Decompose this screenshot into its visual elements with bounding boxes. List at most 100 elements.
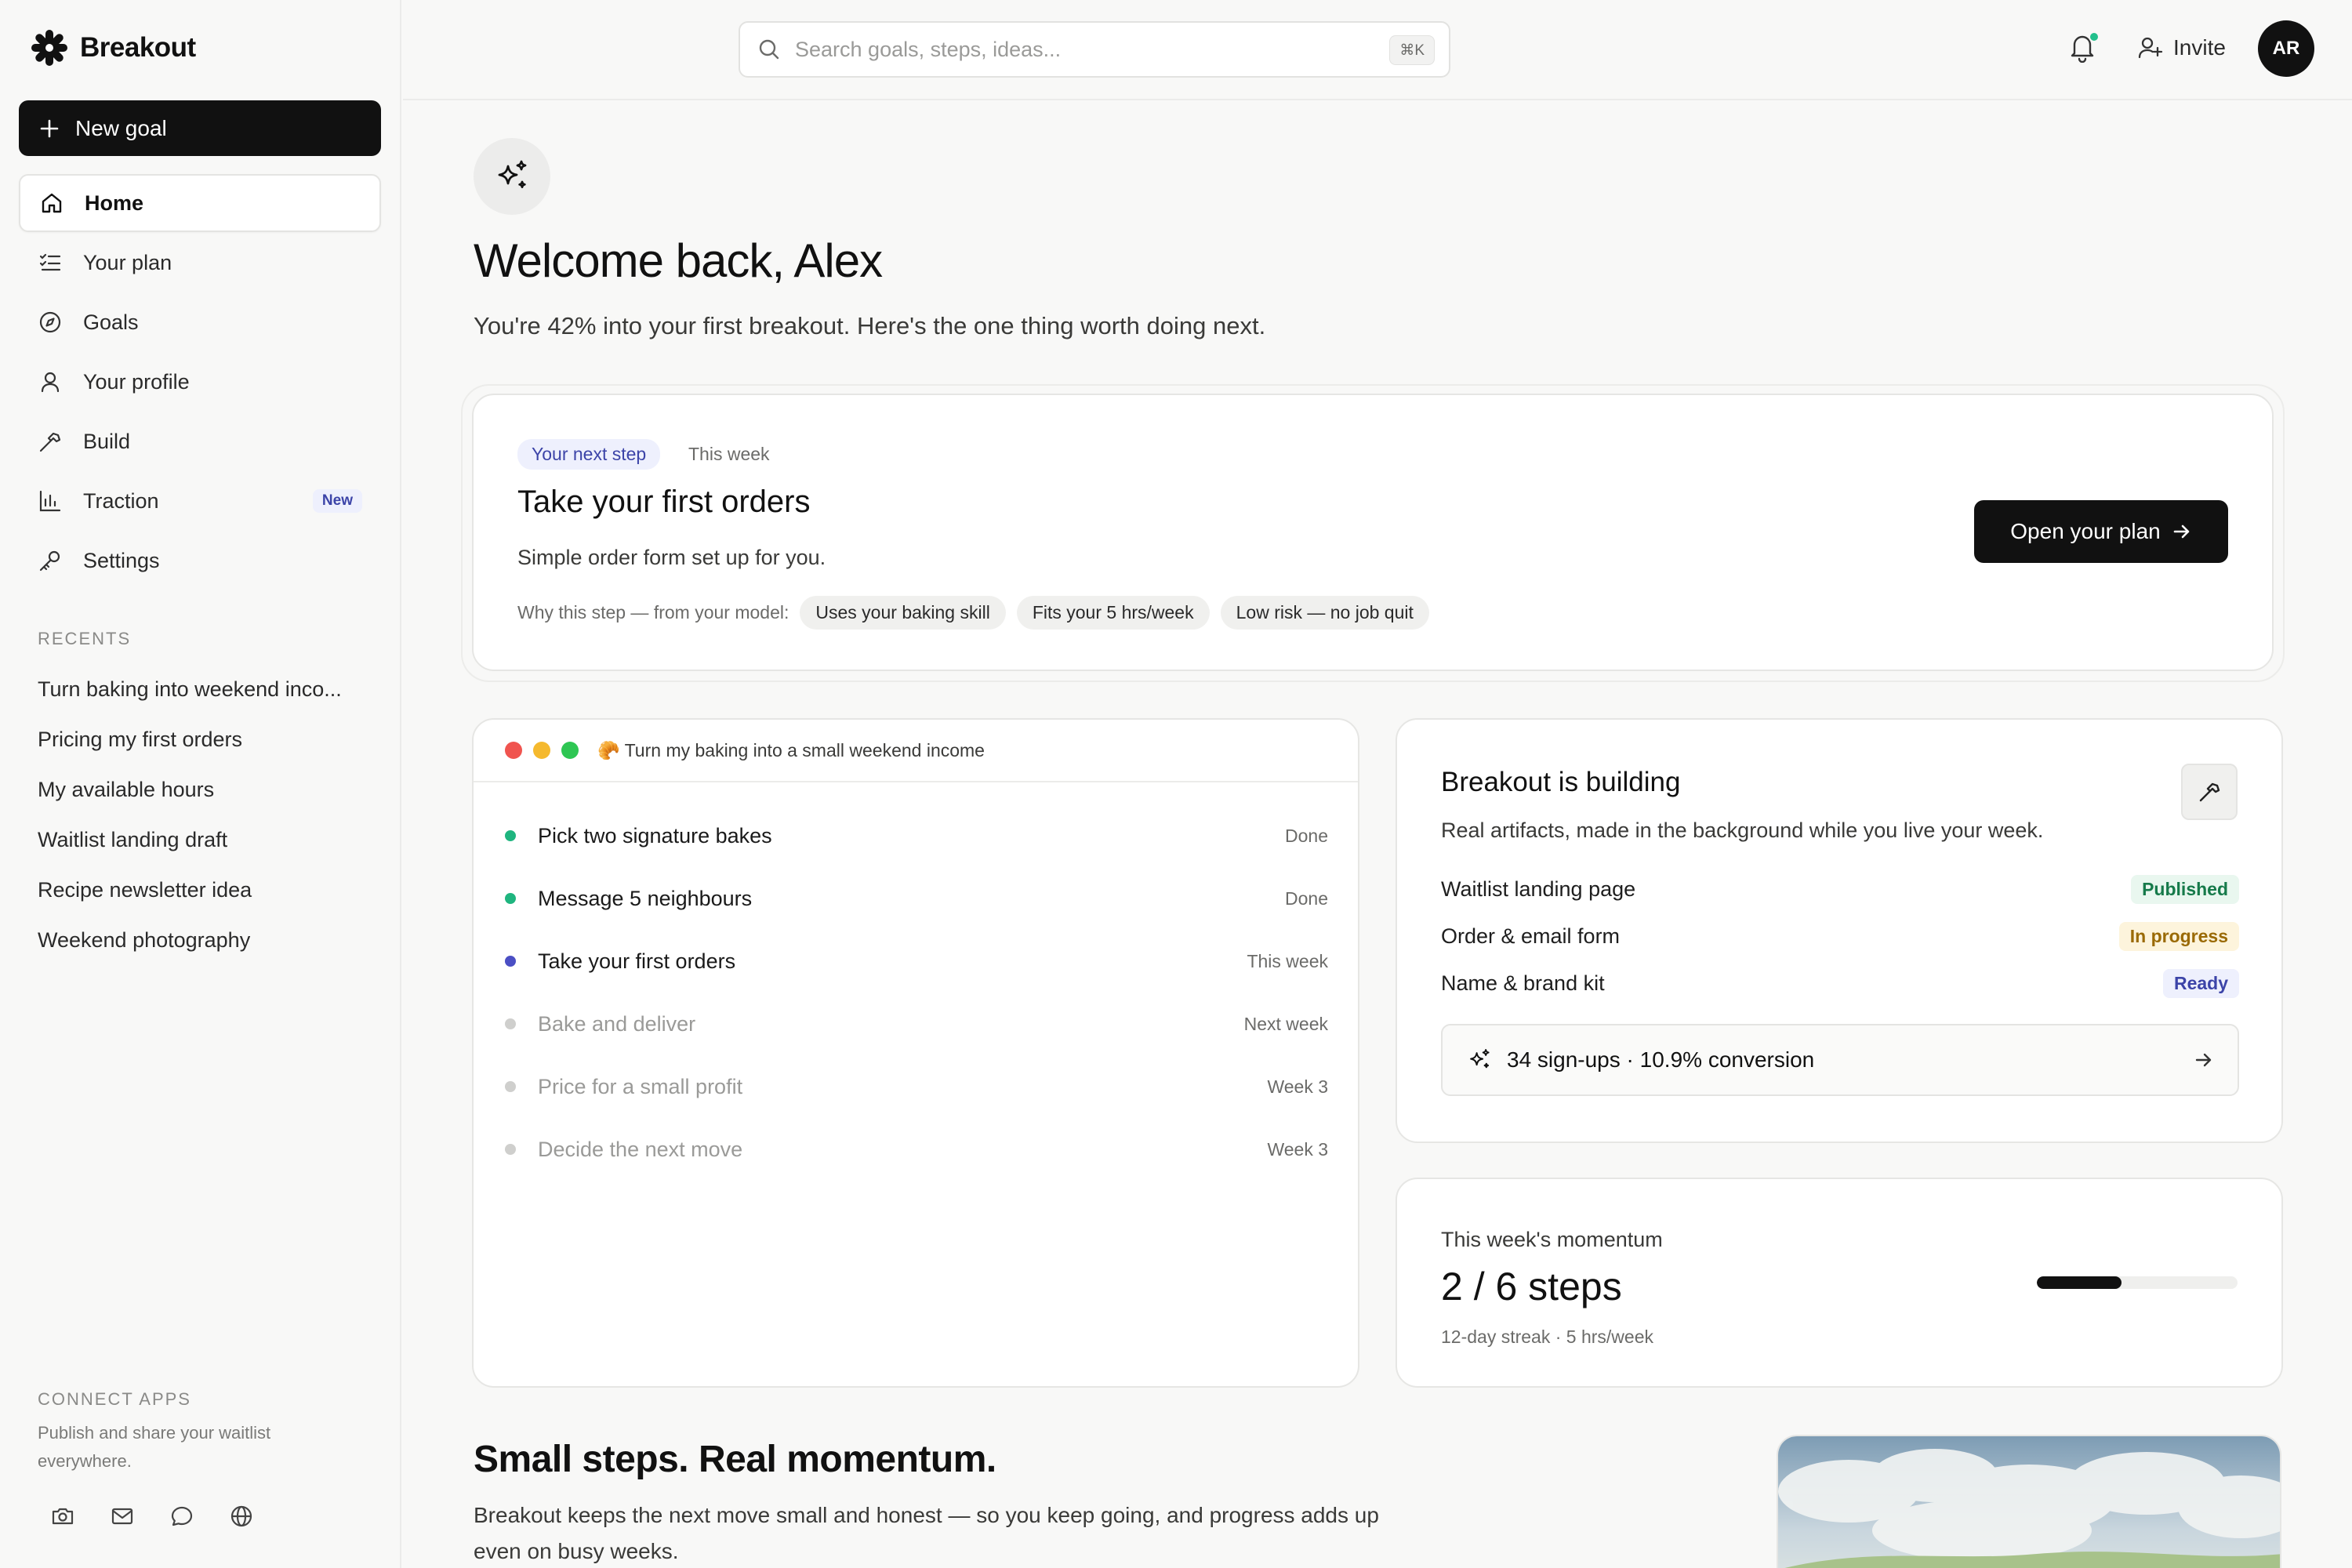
plan-step[interactable]: Pick two signature bakes Done (505, 820, 1328, 851)
keyboard-shortcut: ⌘K (1389, 35, 1435, 65)
next-step-title: Take your first orders (517, 485, 811, 519)
step-status-dot (505, 1018, 516, 1029)
plan-title: 🥐 Turn my baking into a small weekend in… (597, 739, 985, 760)
checklist-icon (38, 250, 63, 275)
sparkles-icon (1466, 1047, 1493, 1073)
search-icon (757, 38, 781, 61)
plan-step[interactable]: Price for a small profit Week 3 (505, 1071, 1328, 1102)
new-goal-label: New goal (75, 115, 167, 140)
sidebar-item-label: Goals (83, 310, 139, 334)
section-title: Small steps. Real momentum. (474, 1439, 996, 1480)
recent-item[interactable]: Waitlist landing draft (38, 828, 367, 852)
sparkles-icon (492, 157, 532, 196)
build-button[interactable] (2181, 764, 2238, 820)
next-step-description: Simple order form set up for you. (517, 546, 826, 569)
step-meta: Week 3 (1267, 1138, 1328, 1160)
open-plan-label: Open your plan (2010, 519, 2161, 543)
sparkle-badge (474, 138, 550, 215)
breakout-building-card: Breakout is building Real artifacts, mad… (1396, 718, 2283, 1143)
plan-step[interactable]: Message 5 neighbours Done (505, 883, 1328, 914)
step-label: Price for a small profit (538, 1074, 743, 1098)
plan-window-header: 🥐 Turn my baking into a small weekend in… (474, 720, 1358, 782)
sidebar-item-label: Your plan (83, 250, 172, 274)
sidebar-item-build[interactable]: Build (19, 412, 381, 470)
search-input[interactable]: Search goals, steps, ideas... (795, 38, 1061, 62)
plan-step[interactable]: Bake and deliver Next week (505, 1008, 1328, 1040)
step-status-dot (505, 1144, 516, 1155)
status-badge: Ready (2162, 969, 2239, 998)
sidebar-item-label: Traction (83, 488, 159, 513)
step-meta: This week (1247, 950, 1328, 971)
step-meta: Next week (1243, 1013, 1328, 1034)
step-status-dot (505, 830, 516, 841)
recent-item[interactable]: Weekend photography (38, 928, 367, 953)
recent-item[interactable]: My available hours (38, 778, 367, 802)
reason-chip: Uses your baking skill (800, 596, 1006, 630)
step-meta: Done (1285, 887, 1328, 909)
landscape-image (1777, 1435, 2281, 1568)
step-label: Pick two signature bakes (538, 823, 772, 848)
recent-item[interactable]: Turn baking into weekend inco... (38, 677, 367, 702)
sidebar-item-label: Home (85, 191, 144, 215)
window-close-dot (505, 742, 522, 759)
sidebar-item-your-plan[interactable]: Your plan (19, 234, 381, 292)
reason-chip: Fits your 5 hrs/week (1016, 596, 1210, 630)
step-label: Message 5 neighbours (538, 886, 753, 910)
recent-item[interactable]: Pricing my first orders (38, 728, 367, 752)
arrow-right-icon (2172, 521, 2192, 542)
signups-stat-row[interactable]: 34 sign-ups · 10.9% conversion (1441, 1024, 2239, 1096)
invite-button[interactable]: Invite (2137, 34, 2226, 61)
connect-apps-heading: CONNECT APPS (38, 1389, 191, 1409)
sidebar-item-your-profile[interactable]: Your profile (19, 353, 381, 411)
plan-step[interactable]: Decide the next move Week 3 (505, 1134, 1328, 1165)
chat-bubble-icon[interactable] (169, 1504, 194, 1529)
sidebar-item-label: Build (83, 429, 131, 453)
user-icon (38, 369, 63, 394)
sidebar: Breakout New goal Home Your plan Goals Y… (0, 0, 401, 1568)
arrow-right-icon (2194, 1050, 2214, 1070)
recent-item[interactable]: Recipe newsletter idea (38, 878, 367, 902)
new-goal-button[interactable]: New goal (19, 100, 381, 156)
sidebar-item-settings[interactable]: Settings (19, 532, 381, 590)
next-step-tag: Your next step (517, 439, 661, 470)
avatar[interactable]: AR (2258, 20, 2314, 77)
sidebar-item-home[interactable]: Home (19, 174, 381, 232)
recents-heading: RECENTS (38, 629, 132, 648)
app-logo[interactable]: Breakout (30, 28, 196, 67)
open-your-plan-button[interactable]: Open your plan (1974, 500, 2228, 563)
step-meta: Done (1285, 825, 1328, 846)
next-step-when: This week (688, 444, 770, 464)
artifact-label: Waitlist landing page (1441, 877, 1636, 901)
momentum-card: This week's momentum 2 / 6 steps 12-day … (1396, 1178, 2283, 1388)
artifact-row[interactable]: Name & brand kit Ready (1441, 969, 2239, 998)
status-badge: In progress (2118, 922, 2239, 951)
mail-icon[interactable] (110, 1504, 135, 1529)
sidebar-item-goals[interactable]: Goals (19, 293, 381, 351)
section-description: Breakout keeps the next move small and h… (474, 1503, 1379, 1563)
connect-apps-description: Publish and share your waitlist everywhe… (38, 1423, 271, 1471)
sidebar-item-label: Your profile (83, 369, 190, 394)
plan-window: 🥐 Turn my baking into a small weekend in… (472, 718, 1359, 1388)
bar-chart-icon (38, 488, 63, 514)
artifact-row[interactable]: Order & email form In progress (1441, 922, 2239, 951)
momentum-value: 2 / 6 steps (1441, 1265, 1622, 1308)
why-label: Why this step — from your model: (517, 602, 789, 622)
artifact-label: Order & email form (1441, 924, 1621, 948)
window-maximize-dot (561, 742, 579, 759)
camera-icon[interactable] (50, 1504, 75, 1529)
next-step-card: Your next step This week Take your first… (472, 394, 2274, 671)
artifact-row[interactable]: Waitlist landing page Published (1441, 875, 2239, 904)
page-title: Welcome back, Alex (474, 234, 883, 287)
hammer-icon (2197, 779, 2222, 804)
search-bar[interactable]: Search goals, steps, ideas... ⌘K (739, 21, 1450, 78)
sidebar-item-label: Settings (83, 548, 160, 572)
momentum-progress-bar (2037, 1276, 2238, 1289)
momentum-label: This week's momentum (1441, 1228, 1663, 1251)
sidebar-item-traction[interactable]: Traction New (19, 472, 381, 530)
step-meta: Week 3 (1267, 1076, 1328, 1097)
step-label: Decide the next move (538, 1137, 743, 1161)
plus-icon (39, 118, 60, 139)
globe-icon[interactable] (229, 1504, 254, 1529)
building-title: Breakout is building (1441, 767, 1681, 797)
plan-step[interactable]: Take your first orders This week (505, 946, 1328, 977)
